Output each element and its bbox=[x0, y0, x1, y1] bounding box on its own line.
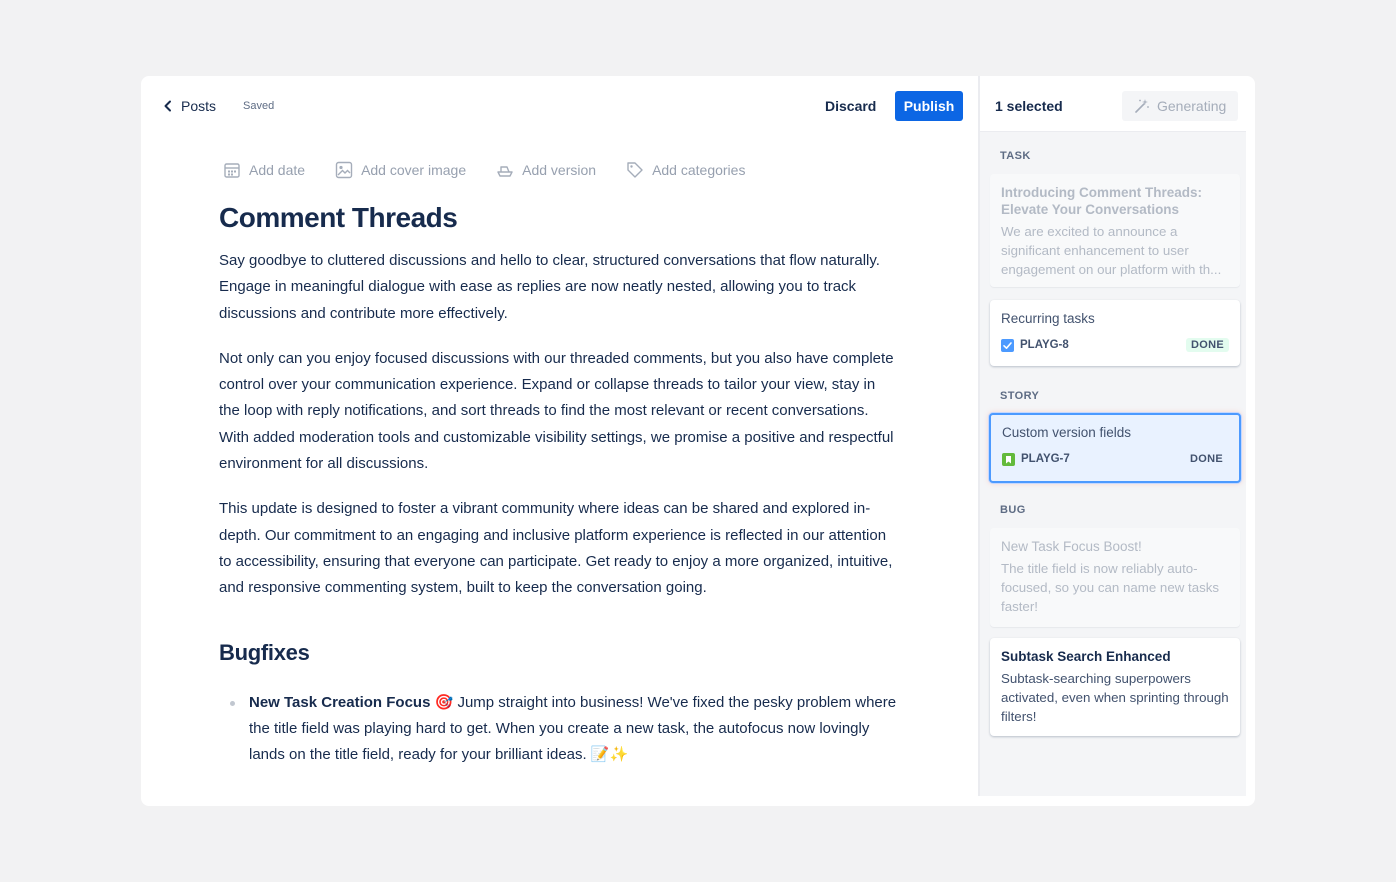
card-title: Recurring tasks bbox=[1001, 311, 1095, 326]
card-title: Subtask Search Enhanced bbox=[1001, 649, 1171, 664]
group-label-task: TASK bbox=[1000, 150, 1031, 162]
selected-count: 1 selected bbox=[995, 98, 1063, 114]
card-footer: PLAYG-7 DONE bbox=[1002, 451, 1228, 467]
issue-card[interactable]: Subtask Search Enhanced Subtask-searchin… bbox=[990, 638, 1240, 736]
bugfix-list: New Task Creation Focus 🎯 Jump straight … bbox=[219, 690, 899, 769]
status-badge: DONE bbox=[1186, 338, 1229, 352]
sidebar-header: 1 selected Generating bbox=[980, 76, 1246, 132]
back-label: Posts bbox=[181, 98, 217, 114]
app-window: Posts Saved Discard Publish Add date Add… bbox=[141, 76, 1255, 806]
issue-card[interactable]: New Task Focus Boost! The title field is… bbox=[990, 528, 1240, 627]
generating-button[interactable]: Generating bbox=[1122, 91, 1238, 121]
save-status: Saved bbox=[243, 100, 275, 112]
status-badge: DONE bbox=[1190, 453, 1223, 465]
tag-icon bbox=[627, 162, 643, 178]
magic-wand-icon bbox=[1135, 99, 1149, 113]
discard-button[interactable]: Discard bbox=[817, 91, 884, 121]
post-body[interactable]: Comment Threads Say goodbye to cluttered… bbox=[219, 200, 899, 768]
bookmark-icon bbox=[1002, 452, 1015, 466]
image-icon bbox=[335, 161, 353, 179]
ship-icon bbox=[497, 166, 513, 177]
generating-label: Generating bbox=[1157, 98, 1227, 114]
target-emoji: 🎯 bbox=[434, 693, 454, 711]
group-label-story: STORY bbox=[1000, 390, 1040, 402]
post-meta-actions: Add date Add cover image Add version Add… bbox=[223, 160, 775, 180]
back-to-posts-link[interactable]: Posts bbox=[163, 96, 216, 116]
card-title: Custom version fields bbox=[1002, 425, 1132, 440]
group-label-bug: BUG bbox=[1000, 504, 1026, 516]
card-footer: PLAYG-8 DONE bbox=[1001, 337, 1229, 353]
post-title[interactable]: Comment Threads bbox=[219, 200, 899, 236]
editor-toolbar: Posts Saved Discard Publish bbox=[141, 76, 979, 136]
add-date-label: Add date bbox=[249, 162, 306, 178]
add-cover-image-label: Add cover image bbox=[361, 162, 467, 178]
issue-card-selected[interactable]: Custom version fields PLAYG-7 DONE bbox=[989, 413, 1241, 483]
add-cover-image-button[interactable]: Add cover image bbox=[335, 160, 466, 180]
card-title: New Task Focus Boost! bbox=[1001, 539, 1142, 554]
add-categories-label: Add categories bbox=[652, 162, 746, 178]
card-description: We are excited to announce a significant… bbox=[1001, 224, 1222, 277]
paragraph[interactable]: Not only can you enjoy focused discussio… bbox=[219, 346, 899, 477]
add-version-button[interactable]: Add version bbox=[496, 160, 596, 180]
card-description: Subtask-searching superpowers activated,… bbox=[1001, 671, 1229, 724]
add-version-label: Add version bbox=[522, 162, 597, 178]
list-item-bold: New Task Creation Focus bbox=[249, 693, 431, 711]
publish-button[interactable]: Publish bbox=[895, 91, 963, 121]
issues-sidebar: 1 selected Generating TASK Introducing C… bbox=[980, 76, 1246, 796]
card-description: The title field is now reliably auto-foc… bbox=[1001, 561, 1220, 614]
section-heading[interactable]: Bugfixes bbox=[219, 638, 899, 668]
issue-key: PLAYG-8 bbox=[1020, 339, 1069, 351]
add-date-button[interactable]: Add date bbox=[223, 160, 305, 180]
paragraph[interactable]: Say goodbye to cluttered discussions and… bbox=[219, 248, 899, 327]
issue-card[interactable]: Introducing Comment Threads: Elevate You… bbox=[990, 174, 1240, 287]
issue-key: PLAYG-7 bbox=[1021, 453, 1070, 465]
checkbox-icon bbox=[1001, 338, 1014, 352]
issue-card[interactable]: Recurring tasks PLAYG-8 DONE bbox=[990, 300, 1240, 366]
add-categories-button[interactable]: Add categories bbox=[626, 160, 745, 180]
list-item[interactable]: New Task Creation Focus 🎯 Jump straight … bbox=[219, 690, 899, 769]
card-title: Introducing Comment Threads: Elevate You… bbox=[1001, 185, 1203, 217]
calendar-icon bbox=[224, 163, 240, 178]
editor-panel: Posts Saved Discard Publish Add date Add… bbox=[141, 76, 979, 806]
chevron-left-icon bbox=[164, 100, 171, 112]
paragraph[interactable]: This update is designed to foster a vibr… bbox=[219, 496, 899, 601]
